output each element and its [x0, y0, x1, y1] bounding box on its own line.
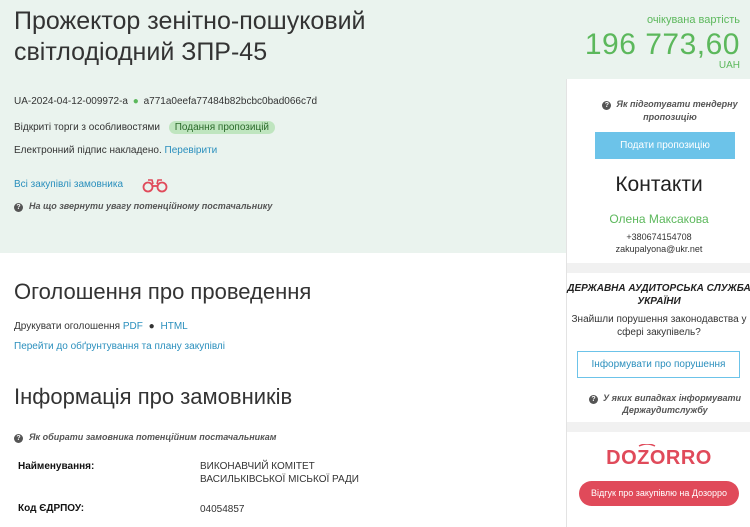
customer-name-value: ВИКОНАВЧИЙ КОМІТЕТ ВАСИЛЬКІВСЬКОЇ МІСЬКО…: [200, 461, 359, 485]
prepare-bid-hint[interactable]: ? Як підготувати тендерну пропозицію: [595, 98, 745, 124]
audit-service-title: ДЕРЖАВНА АУДИТОРСЬКА СЛУЖБА УКРАЇНИ: [567, 283, 750, 307]
supplier-hint[interactable]: ? На що звернути увагу потенційному поста…: [14, 201, 272, 212]
procurement-plan-link[interactable]: Перейти до обґрунтування та плану закупі…: [14, 341, 225, 352]
sidebar-divider: [567, 422, 750, 432]
dozorro-review-button[interactable]: Відгук про закупівлю на Дозорро: [579, 481, 739, 506]
separator-dot: ●: [148, 321, 155, 332]
customer-name-label: Найменування:: [18, 461, 95, 472]
question-circle-icon: ?: [14, 434, 23, 443]
customer-hint[interactable]: ? Як обирати замовника потенційним постач…: [14, 432, 276, 443]
signature-row: Електронний підпис накладено. Перевірити: [14, 145, 217, 156]
signature-text: Електронний підпис накладено.: [14, 145, 162, 156]
tender-id-row: UA-2024-04-12-009972-a ● a771a0eefa77484…: [14, 96, 317, 107]
tender-id: UA-2024-04-12-009972-a: [14, 96, 128, 107]
dozorro-logo[interactable]: DOZORRO: [607, 444, 711, 468]
print-html-link[interactable]: HTML: [160, 321, 187, 332]
expected-value-currency: UAH: [718, 60, 740, 71]
announcement-heading: Оголошення про проведення: [14, 279, 312, 304]
dozorro-logo-text: DOZORRO: [607, 447, 711, 468]
expected-value-amount: 196 773,60: [584, 28, 740, 61]
supplier-hint-text: На що звернути увагу потенційному постач…: [29, 201, 273, 211]
contact-name: Олена Максакова: [609, 212, 709, 226]
procedure-type: Відкриті торги з особливостями: [14, 122, 160, 133]
contact-phone: +380674154708: [626, 232, 692, 242]
expected-value-label: очікувана вартість: [646, 14, 740, 26]
prepare-bid-hint-text: Як підготувати тендерну пропозицію: [616, 99, 738, 122]
contacts-title: Контакти: [615, 173, 703, 196]
report-violation-button[interactable]: Інформувати про порушення: [577, 351, 740, 378]
customer-edrpou-label: Код ЄДРПОУ:: [18, 503, 85, 514]
status-badge: Подання пропозицій: [168, 121, 276, 134]
all-procurements-link[interactable]: Всі закупівлі замовника: [14, 179, 123, 190]
tender-hash: a771a0eefa77484b82bcbc0bad066c7d: [143, 96, 318, 107]
question-circle-icon: ?: [602, 101, 612, 110]
print-label: Друкувати оголошення: [14, 321, 121, 332]
question-circle-icon: ?: [589, 395, 599, 404]
sidebar-divider: [567, 263, 750, 273]
customers-heading: Інформація про замовників: [14, 384, 293, 409]
print-pdf-link[interactable]: PDF: [123, 321, 143, 332]
binoculars-icon[interactable]: [140, 177, 170, 193]
tender-title: Прожектор зенітно-пошуковий світлодіодни…: [14, 7, 366, 66]
sidebar: ? Як підготувати тендерну пропозицію Пода…: [566, 79, 750, 527]
procedure-row: Відкриті торги з особливостями Подання п…: [14, 121, 276, 134]
customer-edrpou-value: 04054857: [200, 504, 245, 515]
question-circle-icon: ?: [14, 203, 23, 212]
audit-hint-text: У яких випадках інформувати Держаудитслу…: [603, 393, 741, 415]
print-announcement-row: Друкувати оголошення PDF ● HTML: [14, 321, 188, 332]
audit-hint[interactable]: ? У яких випадках інформувати Держаудитсл…: [585, 392, 745, 416]
customer-hint-text: Як обирати замовника потенційним постача…: [29, 432, 277, 442]
separator-dot: ●: [132, 96, 139, 107]
audit-service-text: Знайшли порушення законодавства у сфері …: [571, 314, 747, 338]
contact-email: zakupalyona@ukr.net: [615, 244, 703, 254]
verify-signature-link[interactable]: Перевірити: [165, 145, 218, 156]
submit-bid-button[interactable]: Подати пропозицію: [595, 132, 735, 159]
